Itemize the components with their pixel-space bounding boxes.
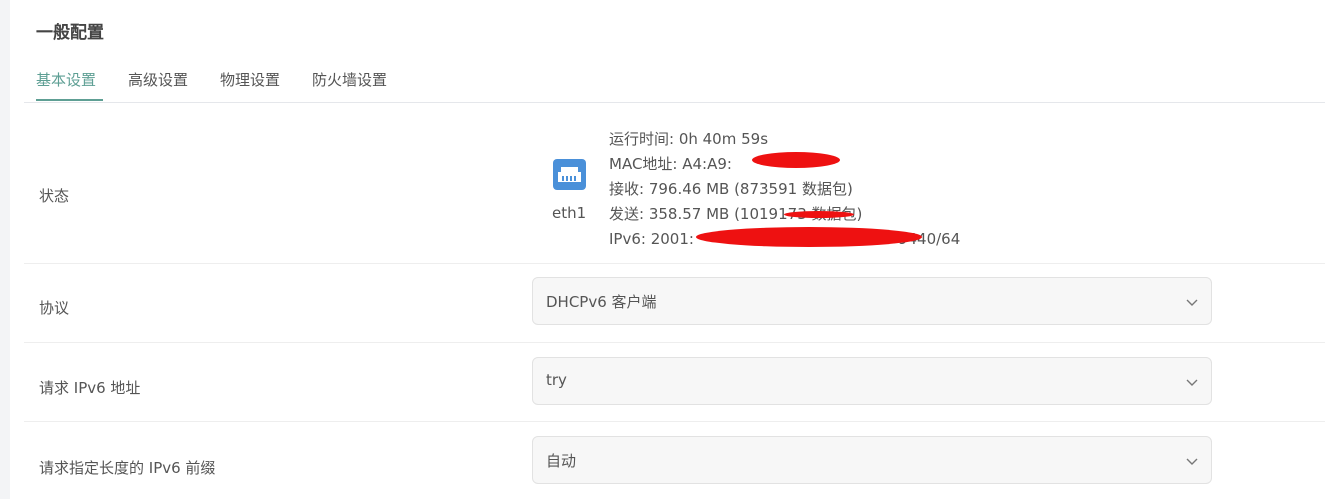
redaction-mark — [784, 211, 854, 218]
request-ipv6-row: 请求 IPv6 地址 try — [24, 343, 1325, 422]
redaction-mark — [696, 227, 922, 247]
prefix-length-select-value: 自动 — [546, 452, 577, 470]
prefix-length-label: 请求指定长度的 IPv6 前缀 — [39, 459, 216, 477]
protocol-select[interactable]: DHCPv6 客户端 — [532, 277, 1212, 325]
prefix-length-select[interactable]: 自动 — [532, 436, 1212, 484]
chevron-down-icon — [1186, 379, 1198, 386]
general-config-panel: 一般配置 基本设置 高级设置 物理设置 防火墙设置 状态 eth1 运行时间: … — [24, 0, 1325, 499]
protocol-select-value: DHCPv6 客户端 — [546, 293, 657, 311]
tab-firewall-settings[interactable]: 防火墙设置 — [312, 69, 387, 90]
status-row: 状态 eth1 运行时间: 0h 40m 59s MAC地址: A4:A9: 接… — [24, 103, 1325, 264]
section-title: 一般配置 — [36, 23, 104, 43]
active-tab-indicator — [36, 99, 103, 101]
tab-bar: 基本设置 高级设置 物理设置 防火墙设置 — [24, 58, 1325, 103]
protocol-label: 协议 — [39, 299, 70, 317]
request-ipv6-select[interactable]: try — [532, 357, 1212, 405]
uptime-text: 运行时间: 0h 40m 59s — [609, 130, 769, 148]
left-gutter — [0, 0, 10, 499]
chevron-down-icon — [1186, 458, 1198, 465]
ethernet-port-icon — [553, 159, 586, 190]
tab-basic-settings[interactable]: 基本设置 — [36, 69, 96, 90]
protocol-row: 协议 DHCPv6 客户端 — [24, 264, 1325, 343]
redaction-mark — [752, 152, 840, 168]
interface-name: eth1 — [552, 204, 587, 222]
request-ipv6-label: 请求 IPv6 地址 — [39, 379, 141, 397]
rx-text: 接收: 796.46 MB (873591 数据包) — [609, 180, 853, 198]
chevron-down-icon — [1186, 299, 1198, 306]
tab-physical-settings[interactable]: 物理设置 — [220, 69, 280, 90]
prefix-length-row: 请求指定长度的 IPv6 前缀 自动 — [24, 422, 1325, 499]
status-label: 状态 — [39, 187, 70, 205]
ipv6-prefix: IPv6: 2001: — [609, 230, 694, 248]
tab-advanced-settings[interactable]: 高级设置 — [128, 69, 188, 90]
request-ipv6-select-value: try — [546, 371, 567, 389]
